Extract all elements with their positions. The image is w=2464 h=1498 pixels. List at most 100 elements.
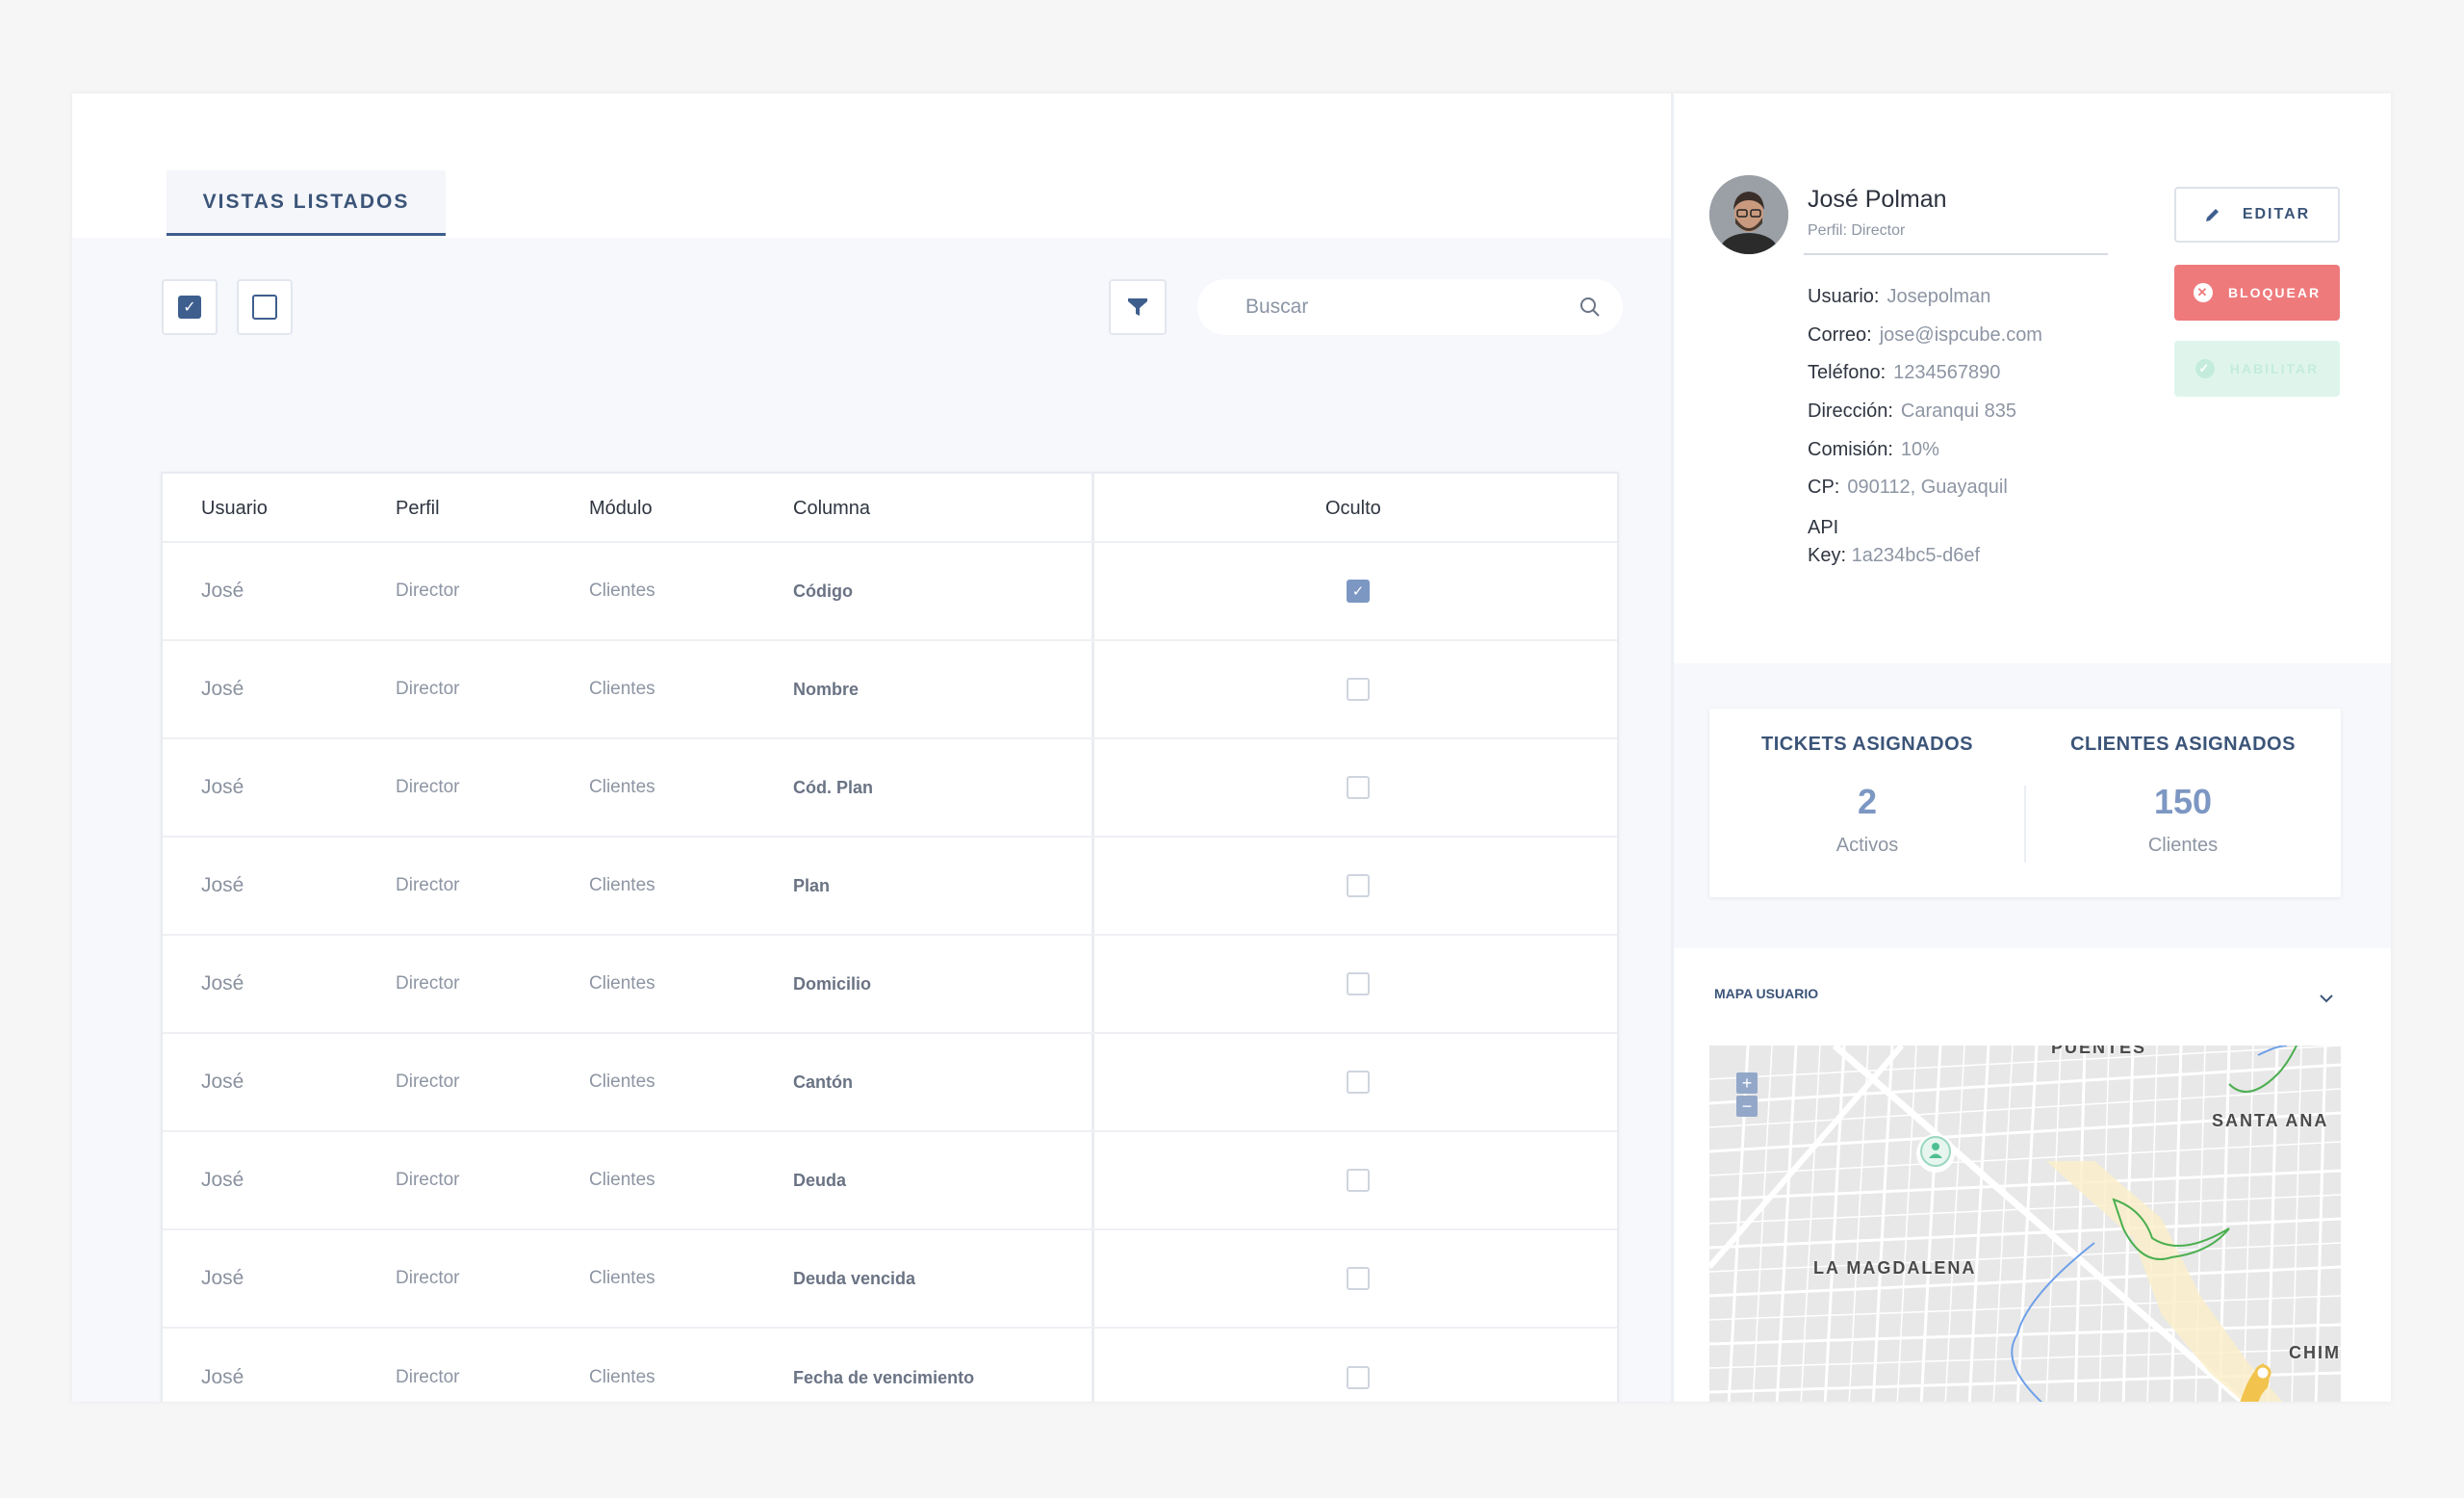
oculto-checkbox[interactable] bbox=[1347, 678, 1370, 701]
user-field: CP: 090112, Guayaquil bbox=[1808, 477, 2008, 498]
table-row: José Director Clientes Plan bbox=[163, 838, 1617, 936]
oculto-checkbox[interactable] bbox=[1347, 972, 1370, 995]
table-row: José Director Clientes Cantón bbox=[163, 1034, 1617, 1132]
zoom-in-button[interactable]: + bbox=[1736, 1072, 1758, 1094]
user-field: Teléfono: 1234567890 bbox=[1808, 362, 2001, 383]
user-field: Comisión: 10% bbox=[1808, 439, 1939, 460]
oculto-checkbox[interactable] bbox=[1347, 1366, 1370, 1389]
map-label-puentes: PUENTES bbox=[2051, 1046, 2147, 1057]
cell-usuario: José bbox=[201, 678, 244, 700]
pencil-icon bbox=[2205, 209, 2219, 221]
user-field: Dirección: Caranqui 835 bbox=[1808, 400, 2017, 422]
cell-modulo: Clientes bbox=[589, 1268, 655, 1288]
map-label-santa-ana: SANTA ANA bbox=[2212, 1111, 2329, 1130]
cell-modulo: Clientes bbox=[589, 777, 655, 797]
table-row: José Director Clientes Domicilio bbox=[163, 936, 1617, 1034]
oculto-checkbox[interactable] bbox=[1347, 1267, 1370, 1290]
table-row: José Director Clientes Cód. Plan bbox=[163, 739, 1617, 838]
table-row: José Director Clientes Deuda vencida bbox=[163, 1230, 1617, 1329]
user-detail-panel: José Polman Perfil: Director Usuario: Jos… bbox=[1671, 93, 2391, 1402]
cell-modulo: Clientes bbox=[589, 679, 655, 699]
cell-columna: Fecha de vencimiento bbox=[793, 1367, 975, 1387]
cell-columna: Cantón bbox=[793, 1072, 853, 1092]
cell-usuario: José bbox=[201, 1267, 244, 1289]
cell-perfil: Director bbox=[396, 1170, 460, 1190]
user-role: Perfil: Director bbox=[1808, 222, 1906, 239]
cell-perfil: Director bbox=[396, 973, 460, 994]
oculto-checkbox[interactable] bbox=[1347, 776, 1370, 799]
oculto-checkbox[interactable]: ✓ bbox=[1347, 580, 1370, 603]
zoom-out-button[interactable]: − bbox=[1736, 1096, 1758, 1117]
cell-modulo: Clientes bbox=[589, 1367, 655, 1387]
cell-perfil: Director bbox=[396, 679, 460, 699]
edit-button[interactable]: EDITAR bbox=[2174, 187, 2340, 243]
cell-columna: Deuda bbox=[793, 1170, 847, 1190]
cell-columna: Nombre bbox=[793, 679, 860, 699]
tab-vistas-listados[interactable]: VISTAS LISTADOS bbox=[167, 170, 446, 236]
deselect-all-checkbox[interactable] bbox=[237, 279, 293, 335]
cell-usuario: José bbox=[201, 1169, 244, 1191]
cell-columna: Deuda vencida bbox=[793, 1268, 916, 1288]
tickets-stat: TICKETS ASIGNADOS 2 Activos bbox=[1709, 709, 2025, 897]
api-key-field: API Key: 1a234bc5-d6ef bbox=[1808, 517, 1981, 566]
user-field: Usuario: Josepolman bbox=[1808, 286, 1991, 307]
map-title: MAPA USUARIO bbox=[1714, 986, 1819, 1001]
map-label-la-magdalena: LA MAGDALENA bbox=[1813, 1258, 1977, 1278]
table-row: José Director Clientes Fecha de vencimiento bbox=[163, 1329, 1617, 1402]
cell-perfil: Director bbox=[396, 1367, 460, 1387]
views-table: Usuario Perfil Módulo Columna Oculto Jos… bbox=[161, 472, 1619, 1402]
api-key-value: 1a234bc5-d6ef bbox=[1851, 545, 1981, 566]
chevron-down-icon[interactable] bbox=[2318, 990, 2335, 1007]
tickets-count: 2 bbox=[1857, 782, 1878, 821]
block-button[interactable]: ✕ BLOQUEAR bbox=[2174, 265, 2340, 321]
user-map[interactable]: + − PUENTES SANTA ANA LA MAGDALENA CHIM bbox=[1709, 1046, 2341, 1402]
cell-modulo: Clientes bbox=[589, 581, 655, 601]
table-row: José Director Clientes Código ✓ bbox=[163, 543, 1617, 641]
cell-usuario: José bbox=[201, 874, 244, 896]
select-all-checkbox[interactable]: ✓ bbox=[162, 279, 218, 335]
header-modulo: Módulo bbox=[589, 497, 653, 519]
clients-count: 150 bbox=[2153, 782, 2213, 821]
cell-columna: Cód. Plan bbox=[793, 777, 874, 797]
oculto-checkbox[interactable] bbox=[1347, 1169, 1370, 1192]
table-header: Usuario Perfil Módulo Columna Oculto bbox=[163, 474, 1617, 543]
cell-modulo: Clientes bbox=[589, 875, 655, 895]
map-label-chim: CHIM bbox=[2289, 1343, 2341, 1362]
map-tiles bbox=[1709, 1046, 2341, 1402]
cell-columna: Código bbox=[793, 581, 853, 601]
main-card: VISTAS LISTADOS ✓ Buscar Usuario Perfil … bbox=[72, 93, 2391, 1402]
cell-perfil: Director bbox=[396, 1268, 460, 1288]
cell-modulo: Clientes bbox=[589, 1170, 655, 1190]
close-circle-icon: ✕ bbox=[2193, 283, 2213, 302]
table-row: José Director Clientes Deuda bbox=[163, 1132, 1617, 1230]
cell-perfil: Director bbox=[396, 777, 460, 797]
avatar bbox=[1709, 175, 1788, 254]
cell-perfil: Director bbox=[396, 581, 460, 601]
oculto-checkbox[interactable] bbox=[1347, 874, 1370, 897]
check-icon: ✓ bbox=[178, 296, 201, 319]
cell-modulo: Clientes bbox=[589, 1072, 655, 1092]
header-columna: Columna bbox=[793, 497, 871, 519]
user-name: José Polman bbox=[1808, 186, 1947, 213]
divider bbox=[1804, 253, 2108, 255]
cell-usuario: José bbox=[201, 1071, 244, 1093]
cell-perfil: Director bbox=[396, 1072, 460, 1092]
header-oculto: Oculto bbox=[1325, 497, 1381, 519]
search-box bbox=[1197, 279, 1623, 335]
cell-usuario: José bbox=[201, 1366, 244, 1388]
search-input[interactable] bbox=[1245, 296, 1578, 319]
cell-perfil: Director bbox=[396, 875, 460, 895]
cell-columna: Plan bbox=[793, 875, 831, 895]
oculto-checkbox[interactable] bbox=[1347, 1071, 1370, 1094]
table-row: José Director Clientes Nombre bbox=[163, 641, 1617, 739]
header-perfil: Perfil bbox=[396, 497, 440, 519]
enable-button[interactable]: ✓ HABILITAR bbox=[2174, 341, 2340, 397]
cell-modulo: Clientes bbox=[589, 973, 655, 994]
stats-card: TICKETS ASIGNADOS 2 Activos CLIENTES ASI… bbox=[1709, 709, 2341, 897]
user-field: Correo: jose@ispcube.com bbox=[1808, 324, 2042, 346]
check-circle-icon: ✓ bbox=[2194, 359, 2215, 378]
search-icon[interactable] bbox=[1578, 296, 1602, 319]
cell-columna: Domicilio bbox=[793, 973, 872, 994]
cell-usuario: José bbox=[201, 972, 244, 994]
filter-button[interactable] bbox=[1109, 279, 1167, 335]
